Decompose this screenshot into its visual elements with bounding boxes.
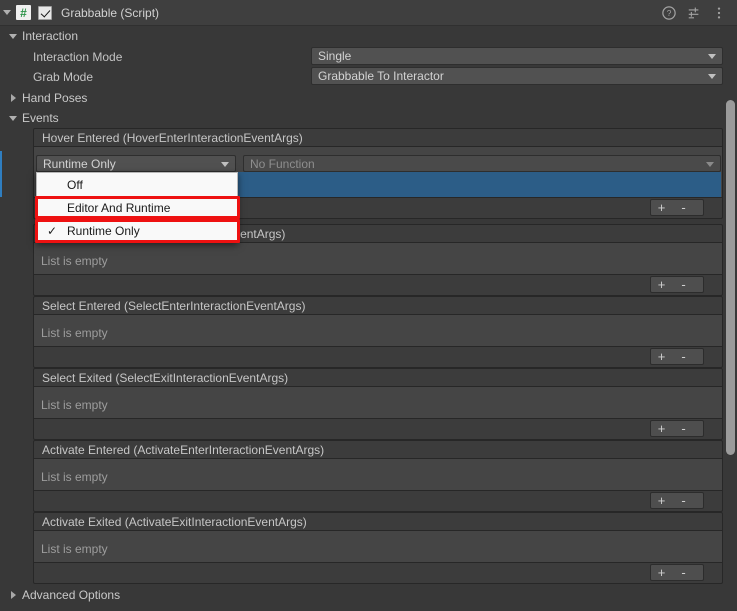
check-icon: ✓ bbox=[46, 223, 58, 238]
dropdown-value-interaction-mode: Single bbox=[318, 49, 352, 63]
event-entry-selected-row[interactable] bbox=[236, 172, 721, 197]
chevron-down-icon bbox=[4, 115, 22, 121]
menu-item-label: Runtime Only bbox=[67, 223, 140, 238]
dropdown-callback-state-hover-entered[interactable]: Runtime Only bbox=[36, 155, 236, 172]
vertical-scrollbar-thumb[interactable] bbox=[726, 100, 735, 455]
component-title: Grabbable (Script) bbox=[61, 5, 160, 20]
dropdown-function-hover-entered[interactable]: No Function bbox=[243, 155, 721, 172]
callback-state-popup-menu[interactable]: Off Editor And Runtime ✓ Runtime Only bbox=[36, 172, 238, 243]
event-title-hover-entered[interactable]: Hover Entered (HoverEnterInteractionEven… bbox=[33, 128, 723, 147]
dropdown-value-grab-mode: Grabbable To Interactor bbox=[318, 69, 444, 83]
menu-item-editor-and-runtime[interactable]: Editor And Runtime bbox=[37, 196, 237, 219]
event-title-activate-exited[interactable]: Activate Exited (ActivateExitInteraction… bbox=[33, 512, 723, 531]
menu-item-label: Off bbox=[67, 177, 83, 192]
remove-element-button[interactable]: - bbox=[673, 421, 694, 436]
section-label-events: Events bbox=[22, 111, 59, 125]
chevron-down-icon bbox=[221, 161, 229, 167]
event-title-text: Activate Exited (ActivateExitInteraction… bbox=[42, 514, 307, 529]
list-empty-hover-exited: List is empty bbox=[41, 254, 108, 268]
chevron-right-icon bbox=[4, 94, 22, 102]
event-footer-hover-exited bbox=[33, 275, 723, 296]
list-buttons-hover-exited: + - bbox=[650, 276, 704, 293]
svg-text:?: ? bbox=[667, 8, 672, 18]
menu-item-runtime-only[interactable]: ✓ Runtime Only bbox=[37, 219, 237, 242]
add-element-button[interactable]: + bbox=[651, 493, 672, 508]
list-empty-activate-entered: List is empty bbox=[41, 470, 108, 484]
chevron-down-icon bbox=[706, 161, 714, 167]
add-element-button[interactable]: + bbox=[651, 349, 672, 364]
section-foldout-hand-poses[interactable]: Hand Poses bbox=[4, 88, 87, 108]
section-label-interaction: Interaction bbox=[22, 29, 79, 43]
kebab-menu-icon[interactable] bbox=[712, 6, 726, 20]
vertical-scrollbar-track[interactable] bbox=[724, 26, 737, 611]
chevron-down-icon bbox=[708, 74, 716, 79]
event-footer-activate-exited bbox=[33, 563, 723, 584]
remove-element-button[interactable]: - bbox=[673, 349, 694, 364]
chevron-down-icon bbox=[3, 10, 11, 15]
section-foldout-events[interactable]: Events bbox=[4, 108, 59, 128]
section-foldout-interaction[interactable]: Interaction bbox=[4, 26, 78, 46]
add-element-button[interactable]: + bbox=[651, 565, 672, 580]
event-body-activate-exited bbox=[33, 531, 723, 563]
list-buttons-select-exited: + - bbox=[650, 420, 704, 437]
preset-icon[interactable] bbox=[687, 6, 701, 20]
list-empty-activate-exited: List is empty bbox=[41, 542, 108, 556]
csharp-script-icon: # bbox=[16, 5, 31, 20]
remove-element-button[interactable]: - bbox=[673, 493, 694, 508]
menu-item-off[interactable]: Off bbox=[37, 173, 237, 196]
event-title-text: Activate Entered (ActivateEnterInteracti… bbox=[42, 442, 325, 457]
list-buttons-activate-entered: + - bbox=[650, 492, 704, 509]
property-label-interaction-mode: Interaction Mode bbox=[33, 50, 123, 64]
section-label-hand-poses: Hand Poses bbox=[22, 91, 88, 105]
header-icon-group: ? bbox=[662, 5, 737, 20]
property-label-grab-mode: Grab Mode bbox=[33, 70, 94, 84]
chevron-down-icon bbox=[4, 33, 22, 39]
event-footer-select-exited bbox=[33, 419, 723, 440]
menu-item-label: Editor And Runtime bbox=[67, 200, 171, 215]
component-enabled-checkbox[interactable] bbox=[38, 5, 52, 20]
event-body-select-entered bbox=[33, 315, 723, 347]
dropdown-grab-mode[interactable]: Grabbable To Interactor bbox=[311, 67, 723, 85]
component-foldout-toggle[interactable] bbox=[0, 0, 14, 26]
unity-inspector-panel: # Grabbable (Script) ? Interaction Inter… bbox=[0, 0, 737, 611]
event-body-activate-entered bbox=[33, 459, 723, 491]
list-empty-select-entered: List is empty bbox=[41, 326, 108, 340]
section-label-advanced-options: Advanced Options bbox=[22, 588, 121, 602]
add-element-button[interactable]: + bbox=[651, 200, 672, 215]
event-body-hover-exited bbox=[33, 243, 723, 275]
dropdown-value-callback-state: Runtime Only bbox=[43, 156, 116, 171]
dropdown-interaction-mode[interactable]: Single bbox=[311, 47, 723, 65]
event-title-text: Select Entered (SelectEnterInteractionEv… bbox=[42, 298, 306, 313]
section-foldout-advanced-options[interactable]: Advanced Options bbox=[4, 585, 120, 605]
event-title-select-entered[interactable]: Select Entered (SelectEnterInteractionEv… bbox=[33, 296, 723, 315]
selected-entry-marker bbox=[0, 151, 2, 197]
chevron-right-icon bbox=[4, 591, 22, 599]
add-element-button[interactable]: + bbox=[651, 421, 672, 436]
help-icon[interactable]: ? bbox=[662, 5, 676, 20]
event-footer-select-entered bbox=[33, 347, 723, 368]
list-buttons-hover-entered: + - bbox=[650, 199, 704, 216]
list-buttons-activate-exited: + - bbox=[650, 564, 704, 581]
component-header[interactable]: # Grabbable (Script) ? bbox=[0, 0, 737, 26]
event-body-select-exited bbox=[33, 387, 723, 419]
remove-element-button[interactable]: - bbox=[673, 277, 694, 292]
add-element-button[interactable]: + bbox=[651, 277, 672, 292]
remove-element-button[interactable]: - bbox=[673, 200, 694, 215]
event-title-select-exited[interactable]: Select Exited (SelectExitInteractionEven… bbox=[33, 368, 723, 387]
remove-element-button[interactable]: - bbox=[673, 565, 694, 580]
dropdown-value-function: No Function bbox=[250, 156, 315, 171]
event-footer-activate-entered bbox=[33, 491, 723, 512]
event-title-text: Select Exited (SelectExitInteractionEven… bbox=[42, 370, 289, 385]
list-buttons-select-entered: + - bbox=[650, 348, 704, 365]
event-title-activate-entered[interactable]: Activate Entered (ActivateEnterInteracti… bbox=[33, 440, 723, 459]
event-title-text: Hover Entered (HoverEnterInteractionEven… bbox=[42, 130, 303, 145]
list-empty-select-exited: List is empty bbox=[41, 398, 108, 412]
chevron-down-icon bbox=[708, 54, 716, 59]
